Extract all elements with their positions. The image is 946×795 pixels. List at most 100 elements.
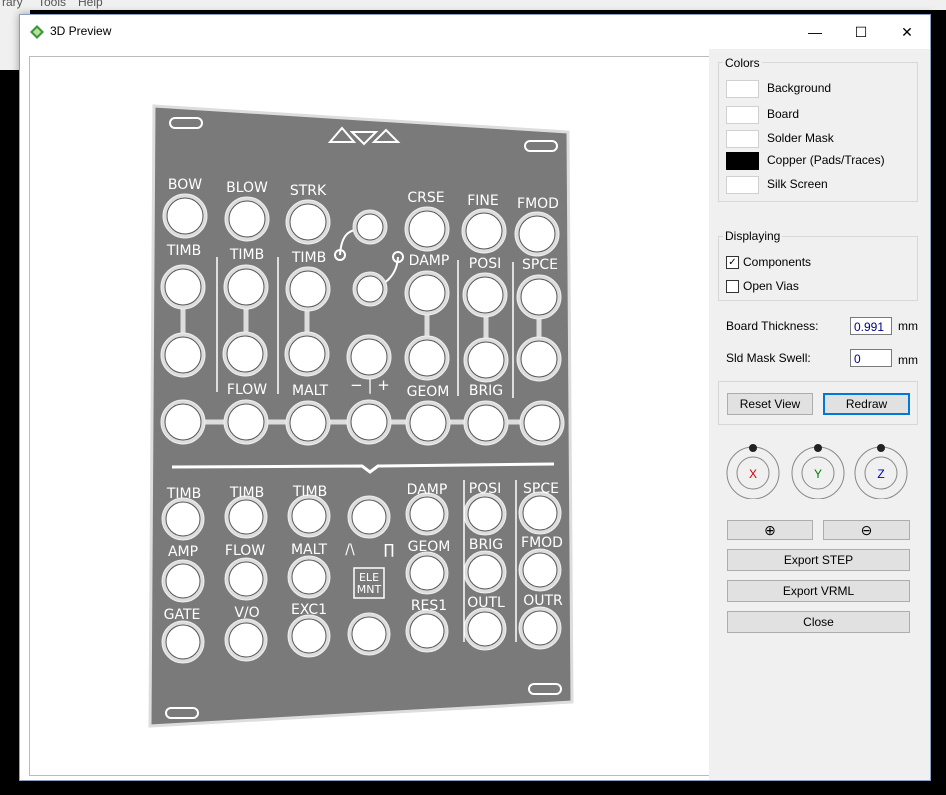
close-button[interactable]: Close: [727, 611, 910, 633]
panel-label: POSI: [469, 481, 501, 497]
jack-hole: [227, 268, 265, 306]
y-axis-label: Y: [814, 467, 822, 481]
open-vias-checkbox[interactable]: [726, 280, 739, 293]
color-row-board[interactable]: Board: [726, 104, 916, 124]
color-swatch[interactable]: [726, 152, 759, 170]
panel-label: OUTL: [467, 595, 505, 611]
color-swatch[interactable]: [726, 176, 759, 194]
jack-hole: [227, 403, 265, 441]
panel-label: TIMB: [291, 250, 326, 266]
panel-label: FMOD: [521, 535, 563, 551]
z-axis-label: Z: [877, 467, 884, 481]
jack-hole: [409, 613, 445, 649]
jack-hole: [164, 268, 202, 306]
jack-hole: [351, 499, 387, 535]
export-step-button[interactable]: Export STEP: [727, 549, 910, 571]
panel-label: EXC1: [291, 602, 327, 618]
jack-hole: [522, 610, 558, 646]
color-row-solder-mask[interactable]: Solder Mask: [726, 128, 916, 148]
jack-hole: [350, 403, 388, 441]
panel-label: MNT: [357, 583, 382, 596]
panel-label: SPCE: [522, 257, 558, 273]
color-label: Copper (Pads/Traces): [767, 153, 885, 167]
panel-label: FINE: [467, 193, 499, 209]
panel-label: SPCE: [523, 481, 559, 497]
preview-window: 3D Preview — ☐ ✕ BOW BLOW STRK CRSE FINE FMOD…: [19, 14, 931, 781]
zoom-in-button[interactable]: ⊕: [727, 520, 813, 540]
color-swatch[interactable]: [726, 106, 759, 124]
panel-label: − | +: [350, 376, 390, 394]
background-menu-item[interactable]: Tools: [38, 0, 66, 9]
board-thickness-unit: mm: [898, 319, 918, 333]
color-label: Solder Mask: [767, 131, 834, 145]
components-checkbox[interactable]: ✓: [726, 256, 739, 269]
jack-hole: [408, 274, 446, 312]
jack-hole: [228, 561, 264, 597]
jack-hole: [289, 270, 327, 308]
mounting-slot: [528, 683, 562, 695]
jack-hole: [467, 341, 505, 379]
zoom-out-button[interactable]: ⊖: [823, 520, 910, 540]
reset-view-button[interactable]: Reset View: [727, 393, 813, 415]
checkbox-label: Components: [743, 255, 812, 269]
jack-hole: [408, 339, 446, 377]
maximize-button[interactable]: ☐: [838, 15, 884, 49]
jack-hole: [409, 555, 445, 591]
color-row-silk-screen[interactable]: Silk Screen: [726, 174, 916, 194]
panel-label: STRK: [290, 183, 327, 199]
jack-hole: [523, 404, 561, 442]
rotate-z-dial[interactable]: Z: [853, 443, 909, 499]
panel-label: RES1: [411, 598, 447, 614]
open-vias-checkbox-row[interactable]: Open Vias: [726, 278, 916, 296]
color-label: Background: [767, 81, 832, 95]
panel-label: BOW: [168, 177, 202, 193]
sld-mask-swell-input[interactable]: 0: [850, 349, 892, 367]
color-swatch[interactable]: [726, 130, 759, 148]
jack-hole: [289, 203, 327, 241]
background-menu-item[interactable]: Help: [78, 0, 103, 9]
jack-hole: [356, 213, 384, 241]
panel-label: GATE: [164, 607, 201, 623]
board-thickness-input[interactable]: 0.991: [850, 317, 892, 335]
panel-label: DAMP: [407, 482, 448, 498]
jack-hole: [228, 499, 264, 535]
panel-label: BRIG: [469, 383, 503, 399]
components-checkbox-row[interactable]: ✓ Components: [726, 254, 916, 272]
color-label: Board: [767, 107, 800, 121]
jack-hole: [522, 552, 558, 588]
panel-label: ∏: [384, 542, 395, 558]
jack-hole: [356, 275, 384, 303]
colors-group-title: Colors: [723, 56, 762, 70]
jack-hole: [467, 496, 503, 532]
title-bar[interactable]: 3D Preview — ☐ ✕: [20, 15, 930, 49]
3d-viewport[interactable]: BOW BLOW STRK CRSE FINE FMOD TIMB TIMB TIMB DAMP P…: [29, 56, 710, 776]
jack-hole: [228, 200, 266, 238]
sld-mask-swell-label: Sld Mask Swell:: [726, 351, 811, 365]
close-window-button[interactable]: ✕: [884, 15, 930, 49]
jack-hole: [291, 498, 327, 534]
jack-hole: [520, 278, 558, 316]
background-menu-item[interactable]: rary: [2, 0, 23, 9]
redraw-button[interactable]: Redraw: [823, 393, 910, 415]
jack-hole: [165, 563, 201, 599]
color-row-copper[interactable]: Copper (Pads/Traces): [726, 150, 916, 170]
settings-sidebar: Colors Background Board Solder Mask Copp…: [709, 49, 930, 780]
export-vrml-button[interactable]: Export VRML: [727, 580, 910, 602]
rotate-x-dial[interactable]: X: [725, 443, 781, 499]
panel-label: TIMB: [166, 486, 201, 502]
rotate-y-dial[interactable]: Y: [790, 443, 846, 499]
jack-hole: [350, 338, 388, 376]
color-label: Silk Screen: [767, 177, 828, 191]
panel-label: CRSE: [407, 190, 444, 206]
minimize-button[interactable]: —: [792, 15, 838, 49]
color-row-background[interactable]: Background: [726, 78, 916, 98]
jack-hole: [409, 404, 447, 442]
jack-hole: [467, 404, 505, 442]
jack-hole: [288, 335, 326, 373]
jack-hole: [226, 335, 264, 373]
jack-hole: [409, 496, 445, 532]
checkbox-label: Open Vias: [743, 279, 799, 293]
panel-label: GEOM: [407, 384, 450, 400]
jack-hole: [228, 622, 264, 658]
color-swatch[interactable]: [726, 80, 759, 98]
